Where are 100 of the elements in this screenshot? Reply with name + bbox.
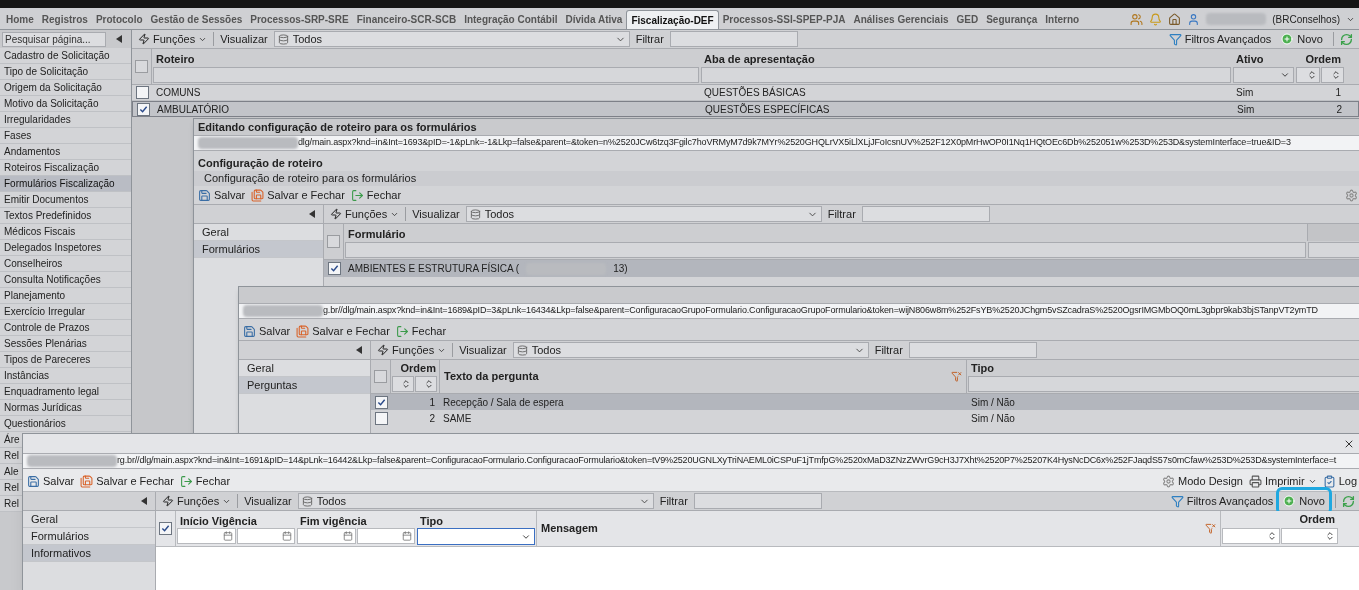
sidebar-item[interactable]: Formulários Fiscalização: [0, 176, 131, 192]
filter-input[interactable]: [968, 376, 1359, 392]
save-and-close-button[interactable]: Salvar e Fechar: [251, 186, 345, 204]
sidebar-item[interactable]: Fases: [0, 128, 131, 144]
table-row[interactable]: COMUNS QUESTÕES BÁSICAS Sim 1: [132, 85, 1359, 101]
sidebar-item[interactable]: Médicos Fiscais: [0, 224, 131, 240]
sidebar-item[interactable]: Origem da Solicitação: [0, 80, 131, 96]
checkbox[interactable]: [135, 60, 148, 73]
save-and-close-button[interactable]: Salvar e Fechar: [296, 322, 390, 340]
checkbox[interactable]: [374, 370, 387, 383]
view-select[interactable]: Todos: [465, 206, 822, 222]
sidebar-item[interactable]: Consulta Notificações: [0, 272, 131, 288]
collapse-icon[interactable]: [116, 35, 122, 43]
nav-tab[interactable]: Fiscalização-DEF: [626, 10, 719, 29]
filter-input[interactable]: [345, 242, 1306, 258]
sidebar-item[interactable]: Sessões Plenárias: [0, 336, 131, 352]
sidebar-item[interactable]: Andamentos: [0, 144, 131, 160]
functions-menu-button[interactable]: Funções: [330, 205, 400, 223]
nav-tab[interactable]: Processos-SSI-SPEP-PJA: [718, 10, 850, 29]
clear-filter-icon[interactable]: [951, 371, 962, 382]
bell-icon[interactable]: [1149, 12, 1163, 26]
table-row[interactable]: AMBULATÓRIO QUESTÕES ESPECÍFICAS Sim 2: [132, 101, 1359, 117]
close-button[interactable]: Fechar: [350, 186, 402, 204]
sidebar-item[interactable]: Conselheiros: [0, 256, 131, 272]
page-search-field[interactable]: Pesquisar página...: [2, 31, 106, 47]
view-select[interactable]: Todos: [512, 342, 869, 358]
save-button[interactable]: Salvar: [27, 473, 75, 490]
view-select[interactable]: Todos: [273, 31, 630, 47]
sidebar-item[interactable]: Enquadramento legal: [0, 384, 131, 400]
users-icon[interactable]: [1130, 12, 1144, 26]
sidebar-item[interactable]: Questionários: [0, 416, 131, 432]
sidebar-item[interactable]: Controle de Prazos: [0, 320, 131, 336]
sidebar-item[interactable]: Instâncias: [0, 368, 131, 384]
functions-menu-button[interactable]: Funções: [138, 30, 208, 48]
date-field[interactable]: [356, 528, 415, 544]
checkbox[interactable]: [135, 86, 149, 99]
advanced-filters-button[interactable]: Filtros Avançados: [1170, 492, 1274, 510]
sidebar-item[interactable]: Motivo da Solicitação: [0, 96, 131, 112]
nav-tab[interactable]: Análises Gerenciais: [849, 10, 953, 29]
functions-menu-button[interactable]: Funções: [377, 341, 447, 359]
nav-tab[interactable]: Integração Contábil: [460, 10, 562, 29]
refresh-icon[interactable]: [1340, 32, 1353, 46]
nav-tab[interactable]: Protocolo: [91, 10, 147, 29]
nav-tab[interactable]: Gestão de Sessões: [146, 10, 247, 29]
collapse-icon[interactable]: [309, 210, 315, 218]
new-button[interactable]: Novo: [1277, 30, 1327, 48]
sort-spinner[interactable]: [392, 376, 414, 392]
advanced-filters-button[interactable]: Filtros Avançados: [1168, 30, 1272, 48]
sidebar-item[interactable]: Textos Predefinidos: [0, 208, 131, 224]
user-icon[interactable]: [1187, 12, 1201, 26]
print-button[interactable]: Imprimir: [1248, 473, 1317, 490]
checkbox[interactable]: [328, 262, 341, 275]
save-button[interactable]: Salvar: [198, 186, 246, 204]
filter-input[interactable]: [701, 67, 1231, 83]
sidebar-item[interactable]: Roteiros Fiscalização: [0, 160, 131, 176]
nav-tab[interactable]: Segurança: [982, 10, 1042, 29]
nav-tab[interactable]: Interno: [1041, 10, 1084, 29]
close-button[interactable]: Fechar: [179, 473, 231, 490]
log-button[interactable]: Log: [1322, 473, 1357, 490]
home-icon[interactable]: [1168, 12, 1182, 26]
view-select[interactable]: Todos: [297, 493, 654, 509]
nav-tab[interactable]: Financeiro-SCR-SCB: [352, 10, 461, 29]
sidebar-item[interactable]: Cadastro de Solicitação: [0, 48, 131, 64]
nav-tab[interactable]: Dívida Ativa: [561, 10, 627, 29]
sidebar-item[interactable]: Exercício Irregular: [0, 304, 131, 320]
checkbox[interactable]: [374, 395, 388, 409]
checkbox[interactable]: [374, 411, 388, 425]
sort-spinner[interactable]: [415, 376, 437, 392]
design-mode-button[interactable]: Modo Design: [1162, 473, 1243, 490]
table-row[interactable]: AMBIENTES E ESTRUTURA FÍSICA ( 13): [324, 260, 1359, 277]
save-and-close-button[interactable]: Salvar e Fechar: [80, 473, 174, 490]
refresh-icon[interactable]: [1342, 494, 1355, 508]
date-field[interactable]: [297, 528, 356, 544]
type-select[interactable]: [417, 528, 535, 545]
nav-tab[interactable]: Registros: [37, 10, 92, 29]
table-row[interactable]: 1 Recepção / Sala de espera Sim / Não: [371, 394, 1359, 410]
sort-spinner[interactable]: [1296, 67, 1320, 83]
nav-tab[interactable]: Home: [2, 10, 38, 29]
checkbox[interactable]: [327, 235, 340, 248]
save-button[interactable]: Salvar: [243, 322, 291, 340]
collapse-icon[interactable]: [356, 346, 362, 354]
date-field[interactable]: [236, 528, 295, 544]
filter-input[interactable]: [669, 31, 798, 47]
filter-input[interactable]: [693, 493, 822, 509]
filter-input[interactable]: [153, 67, 699, 83]
sidebar-item[interactable]: Tipo de Solicitação: [0, 64, 131, 80]
filter-input[interactable]: [861, 206, 990, 222]
sidebar-item[interactable]: Irregularidades: [0, 112, 131, 128]
sidebar-item[interactable]: Emitir Documentos: [0, 192, 131, 208]
sort-spinner[interactable]: [1222, 528, 1280, 544]
sort-spinner[interactable]: [1280, 528, 1338, 544]
sidebar-item[interactable]: Planejamento: [0, 288, 131, 304]
settings-icon[interactable]: [1345, 188, 1358, 202]
date-field[interactable]: [177, 528, 236, 544]
sidebar-item[interactable]: Delegados Inspetores: [0, 240, 131, 256]
sidebar-item[interactable]: Tipos de Pareceres: [0, 352, 131, 368]
sort-spinner[interactable]: [1320, 67, 1344, 83]
filter-select[interactable]: [1233, 67, 1294, 83]
side-tab[interactable]: Perguntas: [239, 377, 370, 394]
close-button[interactable]: Fechar: [395, 322, 447, 340]
